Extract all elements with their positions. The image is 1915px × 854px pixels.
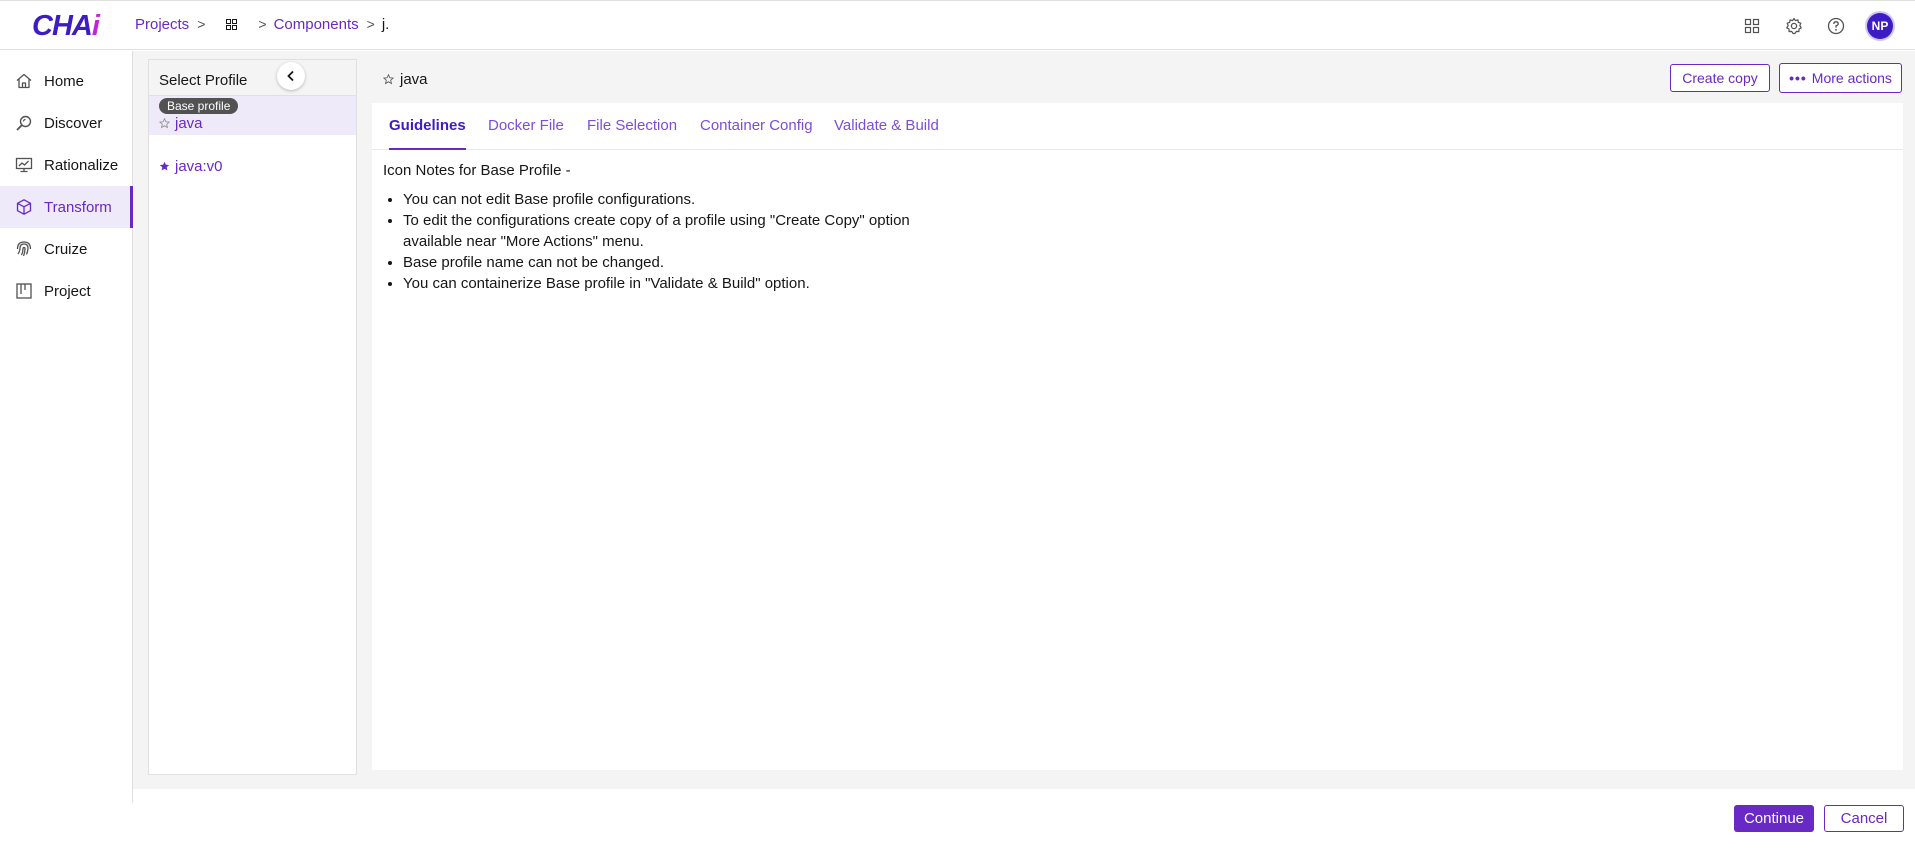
breadcrumb-separator: >	[197, 16, 206, 32]
detail-content: Guidelines Docker File File Selection Co…	[372, 103, 1903, 770]
nav-label: Transform	[44, 198, 112, 216]
note-item: You can not edit Base profile configurat…	[403, 189, 923, 210]
chevron-left-icon	[285, 70, 297, 82]
tab-guidelines[interactable]: Guidelines	[389, 117, 466, 150]
nav-item-project[interactable]: Project	[0, 270, 132, 312]
cancel-button[interactable]: Cancel	[1824, 805, 1904, 832]
breadcrumb-projects[interactable]: Projects	[135, 16, 189, 33]
breadcrumb-separator: >	[366, 16, 375, 32]
tab-container-config[interactable]: Container Config	[700, 117, 813, 150]
create-copy-button[interactable]: Create copy	[1670, 64, 1770, 92]
breadcrumb-separator: >	[258, 16, 267, 32]
discover-icon	[14, 113, 34, 133]
nav-label: Rationalize	[44, 156, 119, 174]
grid-icon[interactable]	[224, 17, 238, 31]
breadcrumb-current: j.	[381, 15, 390, 33]
nav-item-home[interactable]: Home	[0, 60, 132, 102]
breadcrumb-components[interactable]: Components	[274, 16, 359, 33]
breadcrumb: Projects > > Components > j.	[135, 14, 389, 34]
tab-docker-file[interactable]: Docker File	[488, 117, 564, 150]
base-profile-badge: Base profile	[159, 98, 239, 114]
rationalize-icon	[14, 155, 34, 175]
profile-name: java	[175, 115, 203, 132]
profile-name: java:v0	[175, 158, 223, 175]
collapse-panel-button[interactable]	[277, 62, 305, 90]
gear-icon[interactable]	[1783, 15, 1805, 37]
nav-item-discover[interactable]: Discover	[0, 102, 132, 144]
star-outline-icon[interactable]	[159, 118, 170, 129]
home-icon	[14, 71, 34, 91]
top-header: CHAi Projects > > Components > j. NP	[0, 0, 1915, 50]
header-actions: NP	[1741, 13, 1893, 39]
tab-bar: Guidelines Docker File File Selection Co…	[372, 103, 1903, 150]
app-logo[interactable]: CHAi	[32, 9, 100, 43]
profile-item-java-v0[interactable]: java:v0	[159, 158, 223, 175]
profile-item-java[interactable]: Base profile java	[149, 96, 356, 135]
profile-title-text: java	[400, 71, 428, 88]
nav-label: Project	[44, 282, 91, 300]
more-actions-button[interactable]: ••• More actions	[1779, 63, 1902, 93]
guidelines-notes: Icon Notes for Base Profile - You can no…	[383, 160, 923, 294]
apps-grid-icon[interactable]	[1741, 15, 1763, 37]
nav-label: Discover	[44, 114, 103, 132]
notes-heading: Icon Notes for Base Profile -	[383, 162, 571, 179]
notes-list: You can not edit Base profile configurat…	[383, 189, 923, 294]
left-navigation: Home Discover Rationalize Transform Crui…	[0, 51, 133, 803]
note-item: You can containerize Base profile in "Va…	[403, 273, 923, 294]
more-dots-icon: •••	[1789, 70, 1807, 86]
nav-label: Cruize	[44, 240, 88, 258]
help-icon[interactable]	[1825, 15, 1847, 37]
nav-item-rationalize[interactable]: Rationalize	[0, 144, 132, 186]
nav-item-transform[interactable]: Transform	[0, 186, 133, 228]
user-avatar[interactable]: NP	[1867, 13, 1893, 39]
continue-button[interactable]: Continue	[1734, 805, 1814, 832]
cube-icon	[14, 197, 34, 217]
star-filled-icon[interactable]	[159, 161, 170, 172]
note-item: To edit the configurations create copy o…	[403, 210, 923, 252]
profile-list-panel: Select Profile Base profile java java:v0	[148, 59, 357, 775]
star-outline-icon[interactable]	[383, 74, 394, 85]
tab-file-selection[interactable]: File Selection	[587, 117, 677, 150]
board-icon	[14, 281, 34, 301]
more-actions-label: More actions	[1811, 70, 1892, 86]
nav-item-cruize[interactable]: Cruize	[0, 228, 132, 270]
tab-validate-build[interactable]: Validate & Build	[834, 117, 939, 150]
nav-label: Home	[44, 72, 85, 90]
profile-panel-title: Select Profile	[149, 60, 356, 96]
profile-title: java	[383, 71, 428, 88]
note-item: Base profile name can not be changed.	[403, 252, 923, 273]
fingerprint-icon	[14, 239, 34, 259]
